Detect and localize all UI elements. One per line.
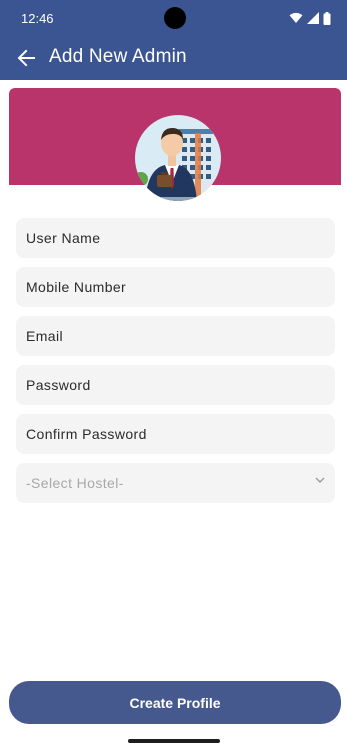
- hostel-select[interactable]: -Select Hostel-: [16, 463, 335, 503]
- mobile-number-label: Mobile Number: [26, 279, 127, 295]
- password-label: Password: [26, 377, 91, 393]
- admin-building-avatar-icon: [135, 115, 221, 201]
- chevron-down-icon: [315, 477, 325, 483]
- arrow-back-icon: [17, 49, 35, 67]
- email-label: Email: [26, 328, 64, 344]
- confirm-password-label: Confirm Password: [26, 426, 147, 442]
- email-field[interactable]: Email: [16, 316, 335, 356]
- battery-icon: [323, 11, 331, 25]
- camera-cutout: [164, 7, 186, 29]
- mobile-number-field[interactable]: Mobile Number: [16, 267, 335, 307]
- gesture-nav-handle[interactable]: [128, 739, 220, 743]
- admin-avatar: [135, 113, 221, 203]
- wifi-icon: [289, 12, 303, 23]
- app-bar: Add New Admin: [0, 36, 347, 80]
- create-profile-label: Create Profile: [129, 694, 221, 711]
- user-name-label: User Name: [26, 230, 101, 246]
- hostel-select-placeholder: -Select Hostel-: [26, 475, 124, 491]
- password-field[interactable]: Password: [16, 365, 335, 405]
- top-bar: 12:46 Add New Admin: [0, 0, 347, 80]
- create-profile-button[interactable]: Create Profile: [9, 681, 341, 724]
- back-button[interactable]: [12, 44, 40, 72]
- app-screen: 12:46 Add New Admin User Name Mobile Num…: [0, 0, 347, 751]
- page-title: Add New Admin: [49, 46, 187, 67]
- confirm-password-field[interactable]: Confirm Password: [16, 414, 335, 454]
- signal-icon: [307, 12, 319, 24]
- status-bar: 12:46: [0, 0, 347, 36]
- user-name-field[interactable]: User Name: [16, 218, 335, 258]
- status-time: 12:46: [21, 11, 54, 26]
- status-icons: [289, 11, 331, 25]
